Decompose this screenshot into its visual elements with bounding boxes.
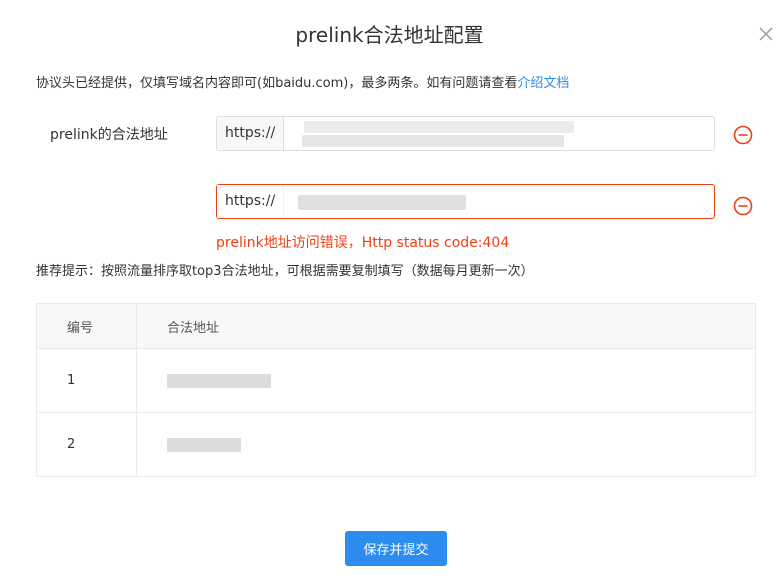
remove-address-2-icon[interactable] [733,196,753,216]
protocol-prefix: https:// [217,185,284,218]
column-header-address: 合法地址 [136,303,756,349]
redacted-text [298,195,466,210]
table-row: 1 [36,348,756,413]
row-address [136,412,756,477]
recommend-hint: 推荐提示：按照流量排序取top3合法地址，可根据需要复制填写（数据每月更新一次） [36,264,534,279]
address-input-2: https:// [216,184,715,219]
config-dialog: prelink合法地址配置 协议头已经提供，仅填写域名内容即可(如baidu.c… [0,0,779,581]
redacted-text [167,437,241,452]
redacted-text [167,373,271,388]
address-field-2[interactable] [284,185,714,218]
address-input-1: https:// [216,116,715,151]
table-row: 2 [36,412,756,477]
protocol-prefix: https:// [217,117,284,150]
remove-address-1-icon[interactable] [733,125,753,145]
instruction-body: 协议头已经提供，仅填写域名内容即可(如baidu.com)，最多两条。如有问题请… [36,76,518,91]
save-submit-button[interactable]: 保存并提交 [345,531,447,566]
instruction-text: 协议头已经提供，仅填写域名内容即可(如baidu.com)，最多两条。如有问题请… [36,74,569,94]
address-field-1[interactable] [284,117,714,150]
redacted-text [302,135,564,147]
recommend-table: 编号 合法地址 1 2 [36,303,756,477]
address-error-message: prelink地址访问错误，Http status code:404 [216,235,510,251]
field-label: prelink的合法地址 [50,127,168,143]
table-header-row: 编号 合法地址 [36,303,756,349]
close-icon[interactable] [756,24,776,44]
column-header-index: 编号 [36,303,137,349]
row-address [136,348,756,413]
row-index: 2 [36,412,137,477]
row-index: 1 [36,348,137,413]
dialog-title: prelink合法地址配置 [295,23,484,47]
redacted-text [304,121,574,133]
docs-link[interactable]: 介绍文档 [517,76,569,91]
